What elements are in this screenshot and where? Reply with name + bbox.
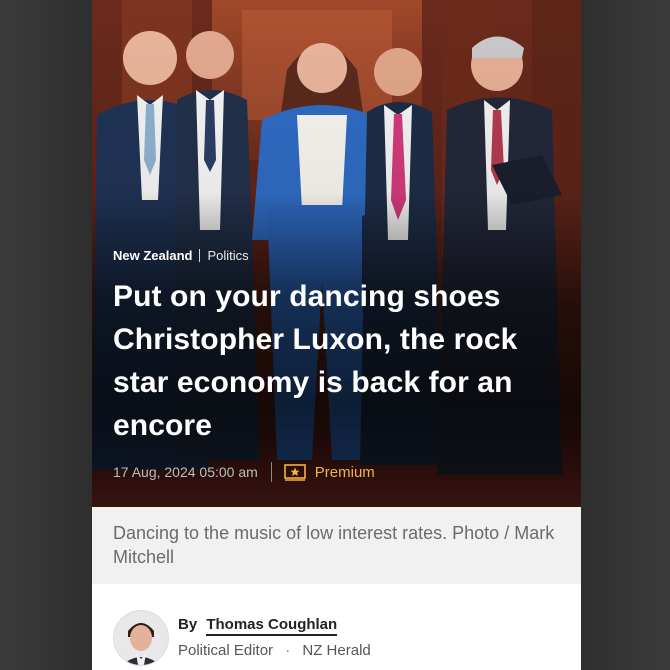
subsection-link[interactable]: Politics xyxy=(207,248,248,263)
author-name-link[interactable]: Thomas Coughlan xyxy=(206,616,338,636)
role-separator: · xyxy=(285,642,291,659)
photo-caption: Dancing to the music of low interest rat… xyxy=(92,507,581,584)
publish-timestamp: 17 Aug, 2024 05:00 am xyxy=(113,464,258,480)
screen-background: New Zealand Politics Put on your dancing… xyxy=(0,0,670,670)
premium-star-icon xyxy=(283,463,306,481)
author-photo xyxy=(114,611,168,665)
author-avatar[interactable] xyxy=(113,610,169,666)
article-meta: 17 Aug, 2024 05:00 am Premium xyxy=(113,462,375,482)
article-headline[interactable]: Put on your dancing shoes Christopher Lu… xyxy=(113,275,563,447)
author-role: Political Editor xyxy=(178,642,274,659)
section-link[interactable]: New Zealand xyxy=(113,248,192,263)
author-role-line: Political Editor · NZ Herald xyxy=(178,642,371,659)
author-byline: By Thomas Coughlan Political Editor · NZ… xyxy=(92,584,581,670)
article-card[interactable]: New Zealand Politics Put on your dancing… xyxy=(92,0,581,670)
breadcrumb: New Zealand Politics xyxy=(113,248,563,263)
breadcrumb-divider xyxy=(199,249,201,262)
headline-block: New Zealand Politics Put on your dancing… xyxy=(113,248,563,447)
publication-name: NZ Herald xyxy=(302,642,371,659)
meta-divider xyxy=(270,462,272,482)
premium-label[interactable]: Premium xyxy=(315,464,375,481)
byline-prefix: By xyxy=(178,616,198,633)
hero-image[interactable]: New Zealand Politics Put on your dancing… xyxy=(92,0,581,507)
author-name-line: By Thomas Coughlan xyxy=(178,616,338,636)
